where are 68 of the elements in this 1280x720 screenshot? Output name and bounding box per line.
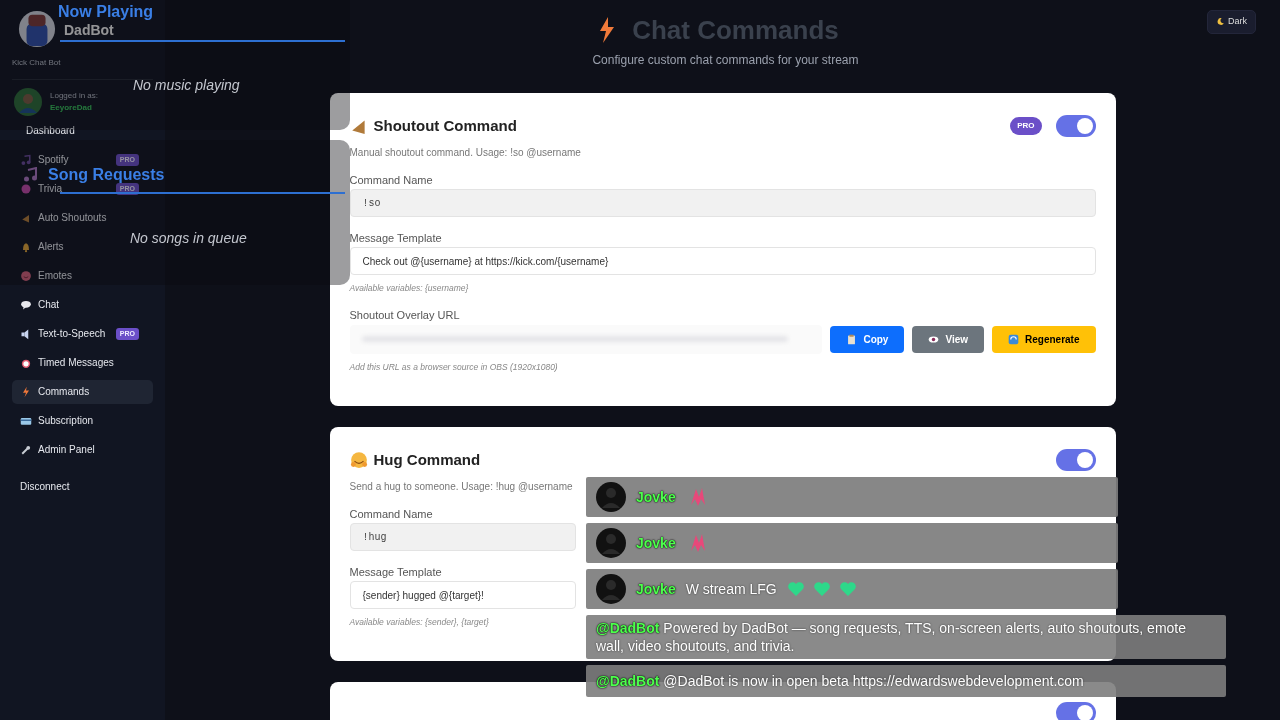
action-button[interactable]: View	[912, 325, 985, 353]
sidebar-item[interactable]: Timed Messages	[12, 357, 122, 369]
bot-avatar-icon	[18, 10, 56, 48]
overlay-title: Now Playing	[58, 4, 154, 20]
sidebar-item[interactable]: Emotes	[12, 270, 80, 282]
field-hint: Add this URL as a browser source in OBS (1920x1080)	[349, 362, 558, 373]
heart-icon	[812, 581, 831, 597]
speech-bubble-icon	[20, 299, 32, 311]
chat-avatar	[596, 482, 626, 512]
toggle-switch[interactable]	[1055, 115, 1096, 137]
tagline: Kick Chat Bot	[12, 58, 61, 68]
card-description: Send a hug to someone. Usage: !hug @username	[349, 481, 574, 493]
field-label: Shoutout Overlay URL	[349, 309, 461, 321]
input-field[interactable]: Check out @{username} at https://kick.com/{username}	[349, 247, 1096, 275]
overlay-status: No songs in queue	[130, 230, 247, 246]
field-label: Command Name	[349, 508, 434, 520]
sidebar-item[interactable]: Commands	[12, 380, 153, 404]
sidebar-item[interactable]: Admin Panel	[12, 444, 103, 456]
toggle-switch[interactable]	[1055, 702, 1096, 720]
chat-avatar	[596, 574, 626, 604]
toggle-switch[interactable]	[1055, 449, 1096, 471]
wrench-icon	[20, 444, 32, 456]
action-button[interactable]: Regenerate	[992, 325, 1096, 353]
alarm-clock-icon	[20, 357, 32, 369]
ball-icon	[20, 183, 32, 195]
overlay-title: Song Requests	[48, 167, 165, 183]
pro-badge: PRO	[1010, 117, 1042, 135]
clipboard-icon	[846, 333, 858, 345]
user-avatar	[14, 88, 42, 116]
message-text: @DadBot @DadBot is now in open beta https://edwardswebdevelopment.com	[596, 672, 1084, 691]
message-text: @DadBot Powered by DadBot — song requests, TTS, on-screen alerts, auto shoutouts, emote wall, video shoutouts, and trivia.	[596, 619, 1187, 656]
field-label: Message Template	[349, 566, 443, 578]
sidebar-item[interactable]: Chat	[12, 299, 68, 311]
brand-name: DadBot	[64, 23, 114, 37]
moon-icon	[1216, 17, 1226, 27]
chat-username: Jovke	[636, 487, 676, 507]
lightning-icon	[598, 17, 617, 43]
eye-icon	[928, 333, 940, 345]
action-button[interactable]: Copy	[830, 325, 905, 353]
message-text: W stream LFG	[685, 579, 777, 599]
smiley-icon	[20, 270, 32, 282]
refresh-icon	[1008, 333, 1020, 345]
sidebar-item[interactable]: Auto Shoutouts	[12, 212, 115, 224]
hugging-face-icon	[349, 451, 368, 469]
chat-username: Jovke	[636, 579, 676, 599]
sidebar-item[interactable]: Alerts	[12, 241, 72, 253]
username: EeyoreDad	[50, 102, 93, 114]
page-subtitle: Configure custom chat commands for your stream	[592, 53, 859, 67]
card-description: Manual shoutout command. Usage: !so @username	[349, 147, 582, 159]
card-title: Hug Command	[373, 449, 481, 470]
overlay-status: No music playing	[133, 77, 240, 93]
field-hint: Available variables: {username}	[349, 283, 469, 294]
bell-icon	[20, 241, 32, 253]
disconnect-link[interactable]: Disconnect	[12, 479, 70, 494]
card-icon	[20, 415, 32, 427]
chat-username: Jovke	[636, 533, 676, 553]
heart-icon	[838, 581, 857, 597]
theme-toggle-button[interactable]: Dark	[1207, 10, 1256, 34]
card-title: Shoutout Command	[373, 115, 517, 136]
logged-in-label: Logged in as:	[50, 90, 99, 102]
field-label: Message Template	[349, 232, 443, 244]
sidebar-item[interactable]: Dashboard	[12, 125, 83, 137]
field-hint: Available variables: {sender}, {target}	[349, 617, 489, 628]
field-label: Command Name	[349, 174, 434, 186]
chat-avatar	[596, 528, 626, 558]
heart-icon	[786, 581, 805, 597]
input-field[interactable]: {sender} hugged @{target}!	[349, 581, 576, 609]
sidebar-item[interactable]: Subscription	[12, 415, 102, 427]
